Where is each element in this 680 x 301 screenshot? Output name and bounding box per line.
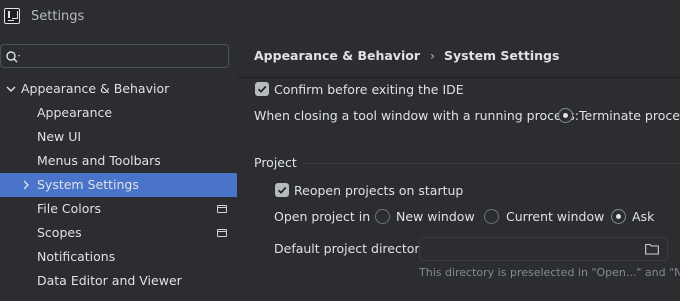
default-directory-hint: This directory is preselected in "Open..…: [419, 266, 680, 279]
chevron-right-icon: [23, 180, 29, 190]
checkmark-icon: [277, 186, 287, 194]
new-window-label: New window: [396, 209, 475, 224]
sidebar-item-label: Data Editor and Viewer: [37, 273, 182, 288]
sidebar-item-label: Appearance: [37, 105, 113, 120]
reopen-projects-checkbox[interactable]: [275, 183, 289, 197]
folder-icon[interactable]: [645, 243, 659, 255]
sidebar-item-label: New UI: [37, 129, 82, 144]
sidebar-item-appearance[interactable]: Appearance: [0, 101, 237, 125]
default-directory-label: Default project directory:: [274, 241, 431, 256]
breadcrumb: Appearance & Behavior › System Settings: [254, 48, 559, 63]
current-window-radio[interactable]: [484, 209, 499, 224]
intellij-logo-icon: [4, 8, 20, 24]
title-bar: Settings: [0, 0, 680, 34]
open-project-in-label: Open project in: [274, 209, 371, 224]
project-group-title: Project: [254, 155, 297, 170]
sidebar-item-label: Appearance & Behavior: [21, 81, 170, 96]
confirm-exit-label: Confirm before exiting the IDE: [274, 82, 464, 97]
default-directory-field[interactable]: [419, 237, 668, 261]
sidebar-item-label: System Settings: [37, 177, 139, 192]
reopen-projects-label: Reopen projects on startup: [294, 183, 464, 198]
project-level-icon: [217, 205, 227, 213]
terminate-process-radio[interactable]: [558, 108, 573, 123]
window-title: Settings: [31, 9, 85, 24]
chevron-down-icon: [6, 86, 16, 92]
breadcrumb-parent[interactable]: Appearance & Behavior: [254, 48, 420, 63]
breadcrumb-separator: ›: [430, 48, 435, 63]
sidebar-item-notifications[interactable]: Notifications: [0, 245, 237, 269]
current-window-label: Current window: [506, 209, 605, 224]
breadcrumb-current: System Settings: [444, 48, 560, 63]
new-window-radio[interactable]: [375, 209, 390, 224]
sidebar-item-new-ui[interactable]: New UI: [0, 125, 237, 149]
sidebar-item-appearance-behavior[interactable]: Appearance & Behavior: [0, 77, 237, 101]
confirm-exit-checkbox[interactable]: [255, 82, 269, 96]
search-input[interactable]: [0, 44, 229, 68]
ask-radio[interactable]: [611, 209, 626, 224]
sidebar-item-label: Scopes: [37, 225, 82, 240]
closing-tool-window-label: When closing a tool window with a runnin…: [254, 108, 579, 123]
search-icon: [6, 51, 20, 63]
sidebar-item-menus-toolbars[interactable]: Menus and Toolbars: [0, 149, 237, 173]
sidebar-item-file-colors[interactable]: File Colors: [0, 197, 237, 221]
settings-sidebar: Appearance & Behavior Appearance New UI …: [0, 34, 237, 301]
project-group-separator: [301, 163, 680, 164]
sidebar-item-label: Menus and Toolbars: [37, 153, 161, 168]
project-level-icon: [217, 229, 227, 237]
checkmark-icon: [257, 85, 267, 93]
sidebar-item-label: Notifications: [37, 249, 116, 264]
sidebar-item-data-editor-viewer[interactable]: Data Editor and Viewer: [0, 269, 237, 293]
ask-label: Ask: [632, 209, 655, 224]
settings-content: Appearance & Behavior › System Settings Co…: [237, 34, 680, 301]
header-divider: [237, 77, 680, 78]
sidebar-item-system-settings[interactable]: System Settings: [0, 173, 237, 197]
sidebar-item-scopes[interactable]: Scopes: [0, 221, 237, 245]
terminate-process-label: Terminate process: [579, 108, 680, 123]
sidebar-item-label: File Colors: [37, 201, 102, 216]
